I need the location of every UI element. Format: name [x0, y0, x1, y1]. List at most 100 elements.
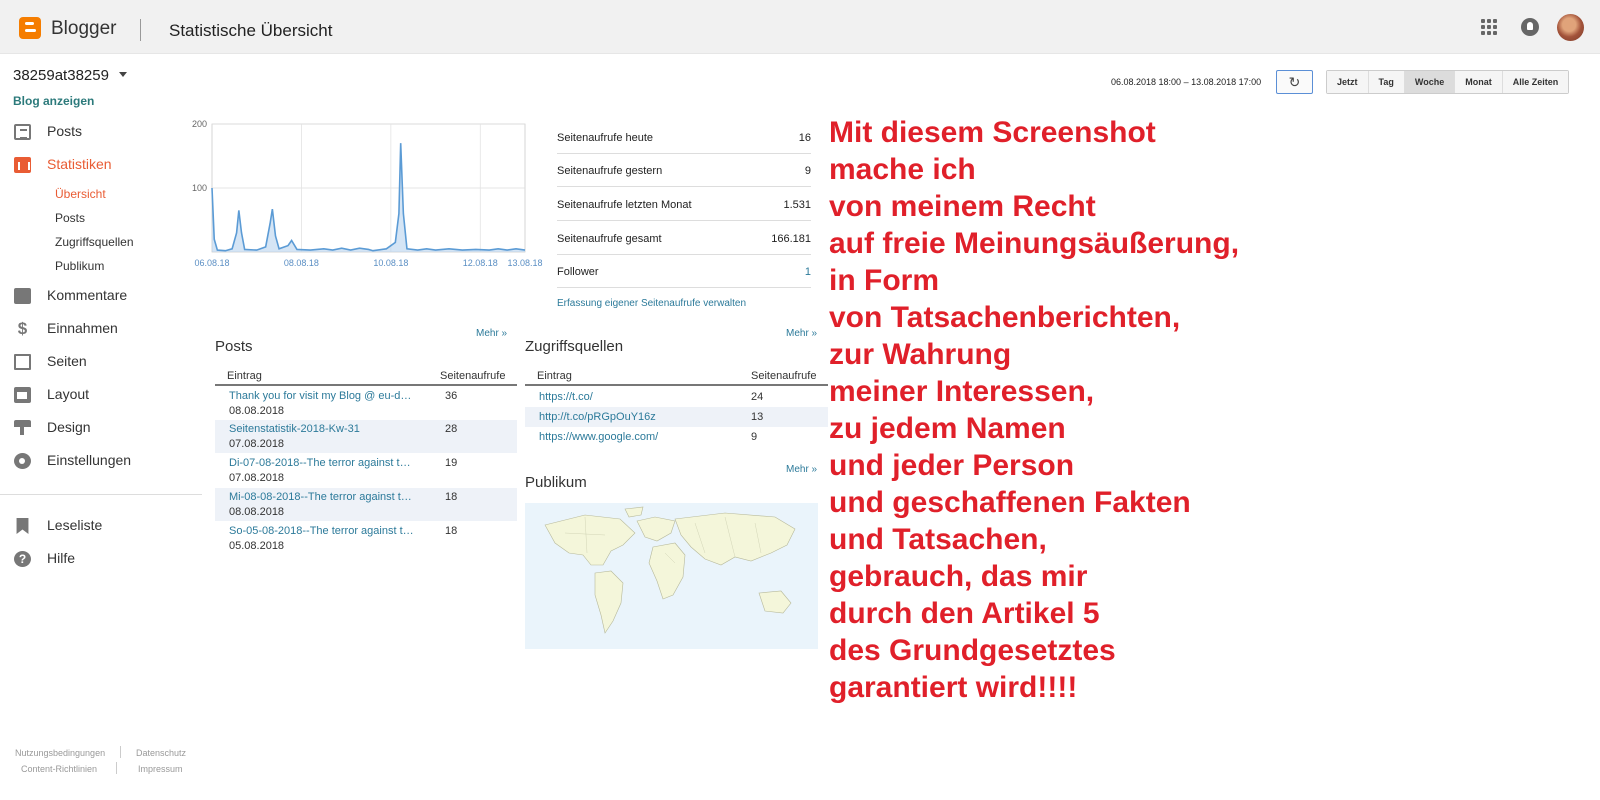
- source-link[interactable]: https://www.google.com/: [539, 431, 658, 443]
- overlay-statement: Mit diesem Screenshot mache ich von mein…: [829, 114, 1589, 706]
- stat-label: Seitenaufrufe letzten Monat: [557, 199, 692, 211]
- posts-table-header: Eintrag Seitenaufrufe: [215, 366, 517, 386]
- chevron-down-icon: [118, 72, 127, 77]
- post-views: 28: [445, 423, 458, 435]
- blogger-logo-icon[interactable]: [19, 17, 41, 39]
- sidebar-item-layout[interactable]: Layout: [14, 384, 204, 406]
- stat-label: Seitenaufrufe heute: [557, 132, 654, 144]
- x-tick-label: 08.08.18: [284, 258, 319, 268]
- stat-label: Seitenaufrufe gesamt: [557, 233, 662, 245]
- date-range-label: 06.08.2018 18:00 – 13.08.2018 17:00: [1111, 77, 1262, 87]
- range-button-week[interactable]: Woche: [1404, 71, 1456, 93]
- followers-count-link[interactable]: 1: [805, 266, 811, 278]
- layout-icon: [14, 387, 31, 403]
- overlay-line: des Grundgesetztes: [829, 634, 1116, 667]
- audience-more-link[interactable]: Mehr »: [786, 464, 817, 475]
- footer-terms-link[interactable]: Nutzungsbedingungen: [15, 748, 105, 758]
- post-views: 18: [445, 525, 458, 537]
- sidebar-item-label: Hilfe: [47, 550, 76, 566]
- sidebar-item-design[interactable]: Design: [14, 417, 204, 439]
- blog-name: 38259at38259: [13, 67, 109, 84]
- range-button-month[interactable]: Monat: [1455, 71, 1503, 93]
- audience-world-map[interactable]: [525, 503, 818, 649]
- post-title-link[interactable]: Mi-08-08-2018--The terror against th…: [229, 491, 414, 503]
- y-tick-label: 200: [192, 119, 207, 129]
- overlay-line: auf freie Meinungsäußerung,: [829, 227, 1240, 260]
- sidebar-item-posts[interactable]: Posts: [14, 121, 204, 143]
- overlay-line: von Tatsachenberichten,: [829, 301, 1181, 334]
- post-title-link[interactable]: Thank you for visit my Blog @ eu-d…: [229, 390, 414, 402]
- posts-more-link[interactable]: Mehr »: [476, 328, 507, 339]
- sources-more-link[interactable]: Mehr »: [786, 328, 817, 339]
- sidebar-item-label: Layout: [47, 386, 90, 402]
- blog-selector[interactable]: 38259at38259: [13, 67, 127, 84]
- refresh-icon: ↻: [1288, 74, 1301, 90]
- sidebar-item-label: Kommentare: [47, 287, 128, 303]
- source-link[interactable]: http://t.co/pRGpOuY16z: [539, 411, 656, 423]
- time-range-selector: Jetzt Tag Woche Monat Alle Zeiten: [1326, 70, 1570, 94]
- post-date: 05.08.2018: [229, 540, 285, 552]
- sidebar-item-label: Statistiken: [47, 156, 112, 172]
- manage-own-pageviews-link[interactable]: Erfassung eigener Seitenaufrufe verwalte…: [557, 298, 746, 309]
- pageviews-line: [211, 143, 526, 252]
- apps-grid-icon[interactable]: [1481, 19, 1497, 35]
- sidebar-item-settings[interactable]: Einstellungen: [14, 450, 204, 472]
- post-date: 08.08.2018: [229, 405, 285, 417]
- sidebar-divider: [0, 494, 202, 495]
- pages-icon: [14, 354, 31, 370]
- sidebar-item-label: Seiten: [47, 353, 87, 369]
- overlay-line: meiner Interessen,: [829, 375, 1095, 408]
- sidebar-item-label: Einnahmen: [47, 320, 118, 336]
- stat-value: 1.531: [783, 199, 811, 211]
- refresh-button[interactable]: ↻: [1276, 70, 1313, 94]
- sidebar-item-help[interactable]: ? Hilfe: [14, 548, 204, 570]
- overlay-line: und geschaffenen Fakten: [829, 486, 1191, 519]
- source-link[interactable]: https://t.co/: [539, 391, 593, 403]
- range-button-day[interactable]: Tag: [1368, 71, 1405, 93]
- post-title-link[interactable]: Di-07-08-2018--The terror against th…: [229, 457, 414, 469]
- table-row: https://www.google.com/ 9: [525, 427, 828, 447]
- subnav-traffic-sources[interactable]: Zugriffsquellen: [55, 235, 134, 249]
- footer-content-policy-link[interactable]: Content-Richtlinien: [21, 764, 97, 774]
- sidebar-item-pages[interactable]: Seiten: [14, 351, 204, 373]
- post-title-link[interactable]: Seitenstatistik-2018-Kw-31: [229, 423, 414, 435]
- page-title: Statistische Übersicht: [169, 21, 333, 40]
- stat-label: Follower: [557, 266, 599, 278]
- sidebar-item-earnings[interactable]: $ Einnahmen: [14, 318, 204, 340]
- subnav-overview[interactable]: Übersicht: [55, 187, 106, 201]
- sources-table-header: Eintrag Seitenaufrufe: [525, 366, 828, 386]
- post-views: 36: [445, 390, 458, 402]
- table-row: So-05-08-2018--The terror against t… 05.…: [215, 522, 517, 555]
- overlay-line: und jeder Person: [829, 449, 1075, 482]
- subnav-audience[interactable]: Publikum: [55, 259, 104, 273]
- table-row: http://t.co/pRGpOuY16z 13: [525, 407, 828, 427]
- overlay-line: durch den Artikel 5: [829, 597, 1100, 630]
- footer-imprint-link[interactable]: Impressum: [138, 764, 183, 774]
- sidebar-item-statistics[interactable]: Statistiken: [14, 154, 204, 176]
- stat-label: Seitenaufrufe gestern: [557, 165, 663, 177]
- column-header-views: Seitenaufrufe: [751, 370, 817, 382]
- range-button-now[interactable]: Jetzt: [1327, 71, 1369, 93]
- overlay-line: zur Wahrung: [829, 338, 1012, 371]
- overlay-line: in Form: [829, 264, 939, 297]
- range-button-all-time[interactable]: Alle Zeiten: [1502, 71, 1569, 93]
- overlay-line: mache ich: [829, 153, 976, 186]
- brand-name[interactable]: Blogger: [51, 18, 117, 40]
- view-blog-link[interactable]: Blog anzeigen: [13, 94, 94, 108]
- notifications-bell-icon[interactable]: [1521, 18, 1539, 36]
- sidebar-item-reading-list[interactable]: Leseliste: [14, 515, 204, 537]
- post-views: 19: [445, 457, 458, 469]
- footer-privacy-link[interactable]: Datenschutz: [136, 748, 186, 758]
- source-views: 9: [751, 431, 758, 443]
- post-date: 07.08.2018: [229, 472, 285, 484]
- post-title-link[interactable]: So-05-08-2018--The terror against t…: [229, 525, 414, 537]
- stat-row-last-month: Seitenaufrufe letzten Monat 1.531: [557, 188, 811, 221]
- avatar[interactable]: [1557, 14, 1584, 41]
- sidebar-item-label: Posts: [47, 123, 83, 139]
- overlay-line: garantiert wird!!!!: [829, 671, 1078, 704]
- comment-icon: [14, 288, 31, 304]
- subnav-posts[interactable]: Posts: [55, 211, 85, 225]
- dollar-icon: $: [17, 319, 28, 338]
- column-header-views: Seitenaufrufe: [440, 370, 506, 382]
- sidebar-item-comments[interactable]: Kommentare: [14, 285, 204, 307]
